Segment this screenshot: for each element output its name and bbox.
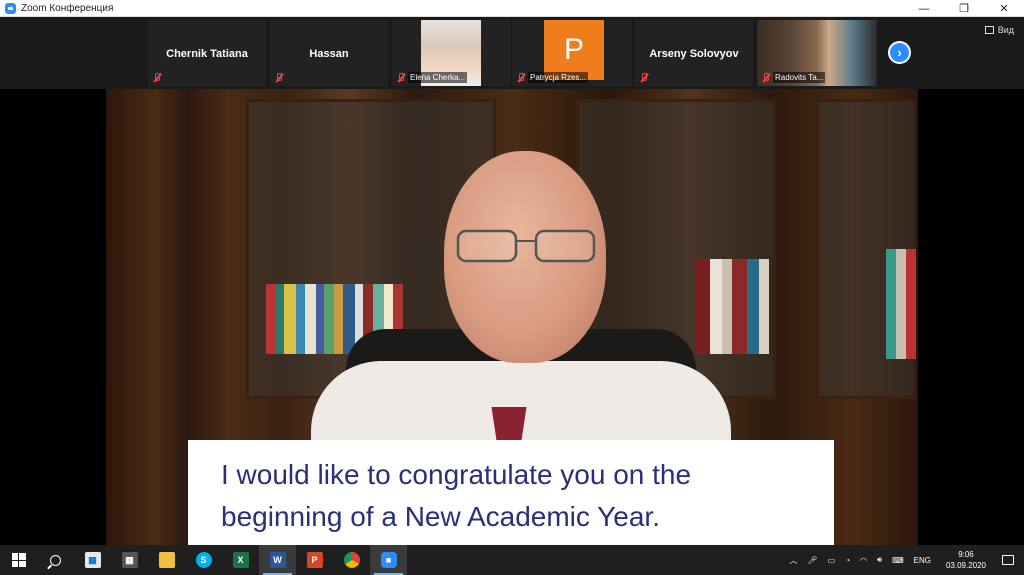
powerpoint-icon: P xyxy=(306,552,323,568)
search-icon xyxy=(50,554,61,566)
system-tray: ︿ 🎤︎ ▭ ◔ ◠ 🔊︎ ⌨ ENG 9:06 03.09.2020 xyxy=(784,545,1024,575)
wifi-icon[interactable]: ◠ xyxy=(860,556,867,565)
bookshelf xyxy=(696,259,781,354)
network-icon[interactable]: ◔ xyxy=(845,556,850,565)
zoom-icon: ■ xyxy=(380,552,397,568)
taskbar-zoom[interactable]: ■ xyxy=(370,545,407,575)
subtitle-caption: I would like to congratulate you on the … xyxy=(188,440,834,545)
clock-time: 9:06 xyxy=(958,550,974,559)
mic-muted-icon xyxy=(516,72,525,83)
restore-icon[interactable]: ❐ xyxy=(944,0,984,17)
window-title: Zoom Конференция xyxy=(21,2,114,14)
participant-avatar: P xyxy=(544,20,604,80)
close-icon[interactable]: ✕ xyxy=(984,0,1024,17)
participant-strip: Chernik Tatiana Hassan Elena Cherka... P… xyxy=(0,17,1024,89)
minimize-icon[interactable]: — xyxy=(904,0,944,17)
word-icon: W xyxy=(269,552,286,568)
taskbar-chrome[interactable] xyxy=(333,545,370,575)
volume-icon[interactable]: 🔊︎ xyxy=(877,555,882,565)
taskbar-skype[interactable]: S xyxy=(185,545,222,575)
skype-icon: S xyxy=(195,552,212,568)
mic-muted-icon xyxy=(639,73,648,83)
caption-line: I would like to congratulate you on the xyxy=(221,459,692,490)
chevron-up-icon[interactable]: ︿ xyxy=(789,555,797,566)
participant-tile[interactable]: Hassan xyxy=(270,20,388,86)
active-speaker-video: I would like to congratulate you on the … xyxy=(106,89,918,545)
view-label: Вид xyxy=(997,25,1014,35)
window-controls: — ❐ ✕ xyxy=(904,0,1024,17)
mic-muted-icon xyxy=(274,73,283,83)
keyboard-icon[interactable]: ⌨ xyxy=(892,556,904,565)
taskbar-file-explorer[interactable] xyxy=(148,545,185,575)
clock-date: 03.09.2020 xyxy=(945,561,986,570)
participant-name: Arseny Solovyov xyxy=(649,48,739,60)
mic-muted-icon xyxy=(152,73,161,83)
battery-icon[interactable]: ▭ xyxy=(828,556,836,565)
microphone-icon[interactable]: 🎤︎ xyxy=(807,556,817,565)
zoom-app-icon xyxy=(5,2,16,14)
calculator-icon: ▦ xyxy=(121,552,138,568)
language-indicator[interactable]: ENG xyxy=(914,556,931,565)
clock[interactable]: 9:06 03.09.2020 xyxy=(946,549,986,571)
windows-icon xyxy=(11,553,26,567)
participant-label: Elena Cherka... xyxy=(408,72,468,83)
bookshelf xyxy=(886,249,916,359)
participant-tile[interactable]: P Patrycja Rzes... xyxy=(512,20,632,86)
participant-name: Chernik Tatiana xyxy=(166,48,248,60)
store-icon: ▦ xyxy=(84,552,101,568)
participant-tile[interactable]: Radovits Ta... xyxy=(757,20,877,86)
excel-icon: X xyxy=(232,552,249,568)
view-button[interactable]: Вид xyxy=(984,25,1014,35)
chrome-icon xyxy=(343,552,360,568)
caption-line: beginning of a New Academic Year. xyxy=(221,501,660,532)
windows-taskbar: ▦ ▦ S X W P ■ ︿ 🎤︎ ▭ ◔ ◠ 🔊︎ ⌨ ENG 9:06 0… xyxy=(0,545,1024,575)
mic-muted-icon xyxy=(396,72,405,83)
notification-icon[interactable] xyxy=(1002,555,1014,565)
title-bar: Zoom Конференция — ❐ ✕ xyxy=(0,0,1024,17)
folder-icon xyxy=(158,552,175,568)
taskbar-store[interactable]: ▦ xyxy=(74,545,111,575)
participant-tile[interactable]: Arseny Solovyov xyxy=(635,20,753,86)
taskbar-excel[interactable]: X xyxy=(222,545,259,575)
grid-icon xyxy=(984,26,994,34)
search-button[interactable] xyxy=(37,545,74,575)
speaker-glasses xyxy=(456,229,596,263)
participant-name: Hassan xyxy=(309,48,349,60)
participant-tile[interactable]: Elena Cherka... xyxy=(392,20,510,86)
taskbar-powerpoint[interactable]: P xyxy=(296,545,333,575)
participant-label: Patrycja Rzes... xyxy=(528,72,589,83)
taskbar-calculator[interactable]: ▦ xyxy=(111,545,148,575)
participant-tile[interactable]: Chernik Tatiana xyxy=(148,20,266,86)
mic-muted-icon xyxy=(761,72,770,83)
taskbar-word[interactable]: W xyxy=(259,545,296,575)
start-button[interactable] xyxy=(0,545,37,575)
next-page-button[interactable]: › xyxy=(888,41,911,64)
participant-label: Radovits Ta... xyxy=(773,72,826,83)
